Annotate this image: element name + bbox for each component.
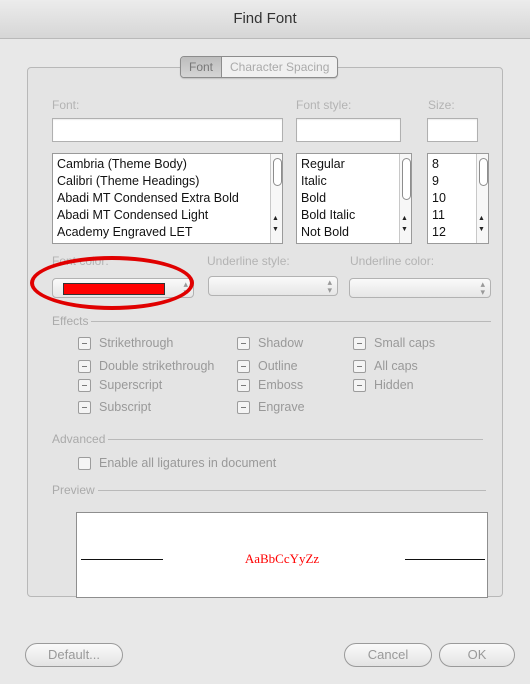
- checkbox-label: Shadow: [258, 336, 304, 350]
- engrave-checkbox[interactable]: Engrave: [237, 400, 305, 414]
- hidden-checkbox[interactable]: Hidden: [353, 378, 414, 392]
- font-list-item[interactable]: Academy Engraved LET: [53, 224, 282, 241]
- checkbox-icon: [78, 456, 91, 470]
- superscript-checkbox[interactable]: Superscript: [78, 378, 162, 392]
- checkbox-label: Subscript: [99, 400, 152, 414]
- scroll-up-arrow-icon[interactable]: ▲: [478, 215, 485, 223]
- outline-checkbox[interactable]: Outline: [237, 359, 298, 373]
- checkbox-mixed-icon: [78, 359, 91, 373]
- font-style-label: Font style:: [296, 98, 352, 112]
- advanced-section-header: Advanced: [52, 432, 484, 446]
- scroll-down-arrow-icon[interactable]: ▼: [401, 226, 408, 234]
- section-divider: [108, 438, 484, 440]
- scroll-thumb[interactable]: [273, 158, 282, 186]
- underline-style-popup[interactable]: ▴ ▾: [208, 276, 338, 296]
- underline-color-popup[interactable]: ▴ ▾: [349, 278, 491, 298]
- checkbox-label: All caps: [374, 359, 418, 373]
- style-list-item[interactable]: Not Bold: [297, 224, 411, 241]
- small-caps-checkbox[interactable]: Small caps: [353, 336, 435, 350]
- style-list-item[interactable]: Italic: [297, 173, 411, 190]
- tab-character-spacing[interactable]: Character Spacing: [222, 57, 337, 77]
- checkbox-mixed-icon: [237, 336, 250, 350]
- scroll-thumb[interactable]: [479, 158, 488, 186]
- font-style-input[interactable]: [296, 118, 401, 142]
- popup-stepper-icon: ▴ ▾: [327, 277, 332, 295]
- scroll-down-arrow-icon[interactable]: ▼: [272, 226, 279, 234]
- font-list-item[interactable]: Abadi MT Condensed Extra Bold: [53, 190, 282, 207]
- underline-style-label: Underline style:: [207, 254, 290, 268]
- size-list[interactable]: 8 9 10 11 12 ▲ ▼: [427, 153, 489, 244]
- checkbox-label: Hidden: [374, 378, 414, 392]
- checkbox-label: Emboss: [258, 378, 304, 392]
- effects-title: Effects: [52, 314, 89, 328]
- checkbox-label: Double strikethrough: [99, 359, 215, 373]
- preview-title: Preview: [52, 483, 95, 497]
- checkbox-label: Small caps: [374, 336, 436, 350]
- popup-stepper-icon: ▴ ▾: [480, 279, 485, 297]
- preview-section-header: Preview: [52, 483, 486, 497]
- checkbox-mixed-icon: [78, 336, 91, 350]
- annotation-ellipse: [30, 256, 194, 310]
- checkbox-mixed-icon: [237, 400, 250, 414]
- cancel-button[interactable]: Cancel: [344, 643, 432, 667]
- tab-bar: Font Character Spacing: [180, 56, 339, 78]
- underline-color-label: Underline color:: [350, 254, 435, 268]
- font-label: Font:: [52, 98, 80, 112]
- effects-section-header: Effects: [52, 314, 492, 328]
- checkbox-label: Superscript: [99, 378, 163, 392]
- scroll-thumb[interactable]: [402, 158, 411, 200]
- section-divider: [97, 489, 486, 491]
- font-list[interactable]: Cambria (Theme Body) Calibri (Theme Head…: [52, 153, 283, 244]
- ok-button[interactable]: OK: [439, 643, 515, 667]
- scroll-up-arrow-icon[interactable]: ▲: [272, 215, 279, 223]
- checkbox-mixed-icon: [237, 359, 250, 373]
- default-button[interactable]: Default...: [25, 643, 123, 667]
- double-strikethrough-checkbox[interactable]: Double strikethrough: [78, 359, 214, 373]
- font-input[interactable]: [52, 118, 283, 142]
- checkbox-mixed-icon: [353, 378, 366, 392]
- ligatures-checkbox[interactable]: Enable all ligatures in document: [78, 456, 276, 470]
- font-list-item[interactable]: Abadi MT Condensed Light: [53, 207, 282, 224]
- emboss-checkbox[interactable]: Emboss: [237, 378, 303, 392]
- style-list-scrollbar[interactable]: ▲ ▼: [399, 154, 411, 243]
- font-list-scrollbar[interactable]: ▲ ▼: [270, 154, 282, 243]
- section-divider: [91, 320, 492, 322]
- strikethrough-checkbox[interactable]: Strikethrough: [78, 336, 173, 350]
- font-list-item[interactable]: Cambria (Theme Body): [53, 156, 282, 173]
- window-title: Find Font: [233, 10, 297, 27]
- advanced-title: Advanced: [52, 432, 106, 446]
- style-list-item[interactable]: Regular: [297, 156, 411, 173]
- subscript-checkbox[interactable]: Subscript: [78, 400, 151, 414]
- preview-box: AaBbCcYyZz: [76, 512, 488, 598]
- size-label: Size:: [428, 98, 455, 112]
- all-caps-checkbox[interactable]: All caps: [353, 359, 418, 373]
- shadow-checkbox[interactable]: Shadow: [237, 336, 303, 350]
- checkbox-mixed-icon: [237, 378, 250, 392]
- style-list-item[interactable]: Bold: [297, 190, 411, 207]
- checkbox-mixed-icon: [78, 400, 91, 414]
- style-list-item[interactable]: Bold Italic: [297, 207, 411, 224]
- checkbox-mixed-icon: [353, 359, 366, 373]
- scroll-down-arrow-icon[interactable]: ▼: [478, 226, 485, 234]
- checkbox-label: Enable all ligatures in document: [99, 456, 277, 470]
- tab-font[interactable]: Font: [181, 57, 223, 77]
- size-list-scrollbar[interactable]: ▲ ▼: [476, 154, 488, 243]
- baseline-right: [405, 559, 485, 560]
- checkbox-label: Strikethrough: [99, 336, 174, 350]
- font-style-list[interactable]: Regular Italic Bold Bold Italic Not Bold…: [296, 153, 412, 244]
- scroll-up-arrow-icon[interactable]: ▲: [401, 215, 408, 223]
- checkbox-mixed-icon: [353, 336, 366, 350]
- font-list-item[interactable]: Calibri (Theme Headings): [53, 173, 282, 190]
- checkbox-mixed-icon: [78, 378, 91, 392]
- checkbox-label: Outline: [258, 359, 298, 373]
- size-input[interactable]: [427, 118, 478, 142]
- title-bar: Find Font: [0, 0, 530, 39]
- checkbox-label: Engrave: [258, 400, 305, 414]
